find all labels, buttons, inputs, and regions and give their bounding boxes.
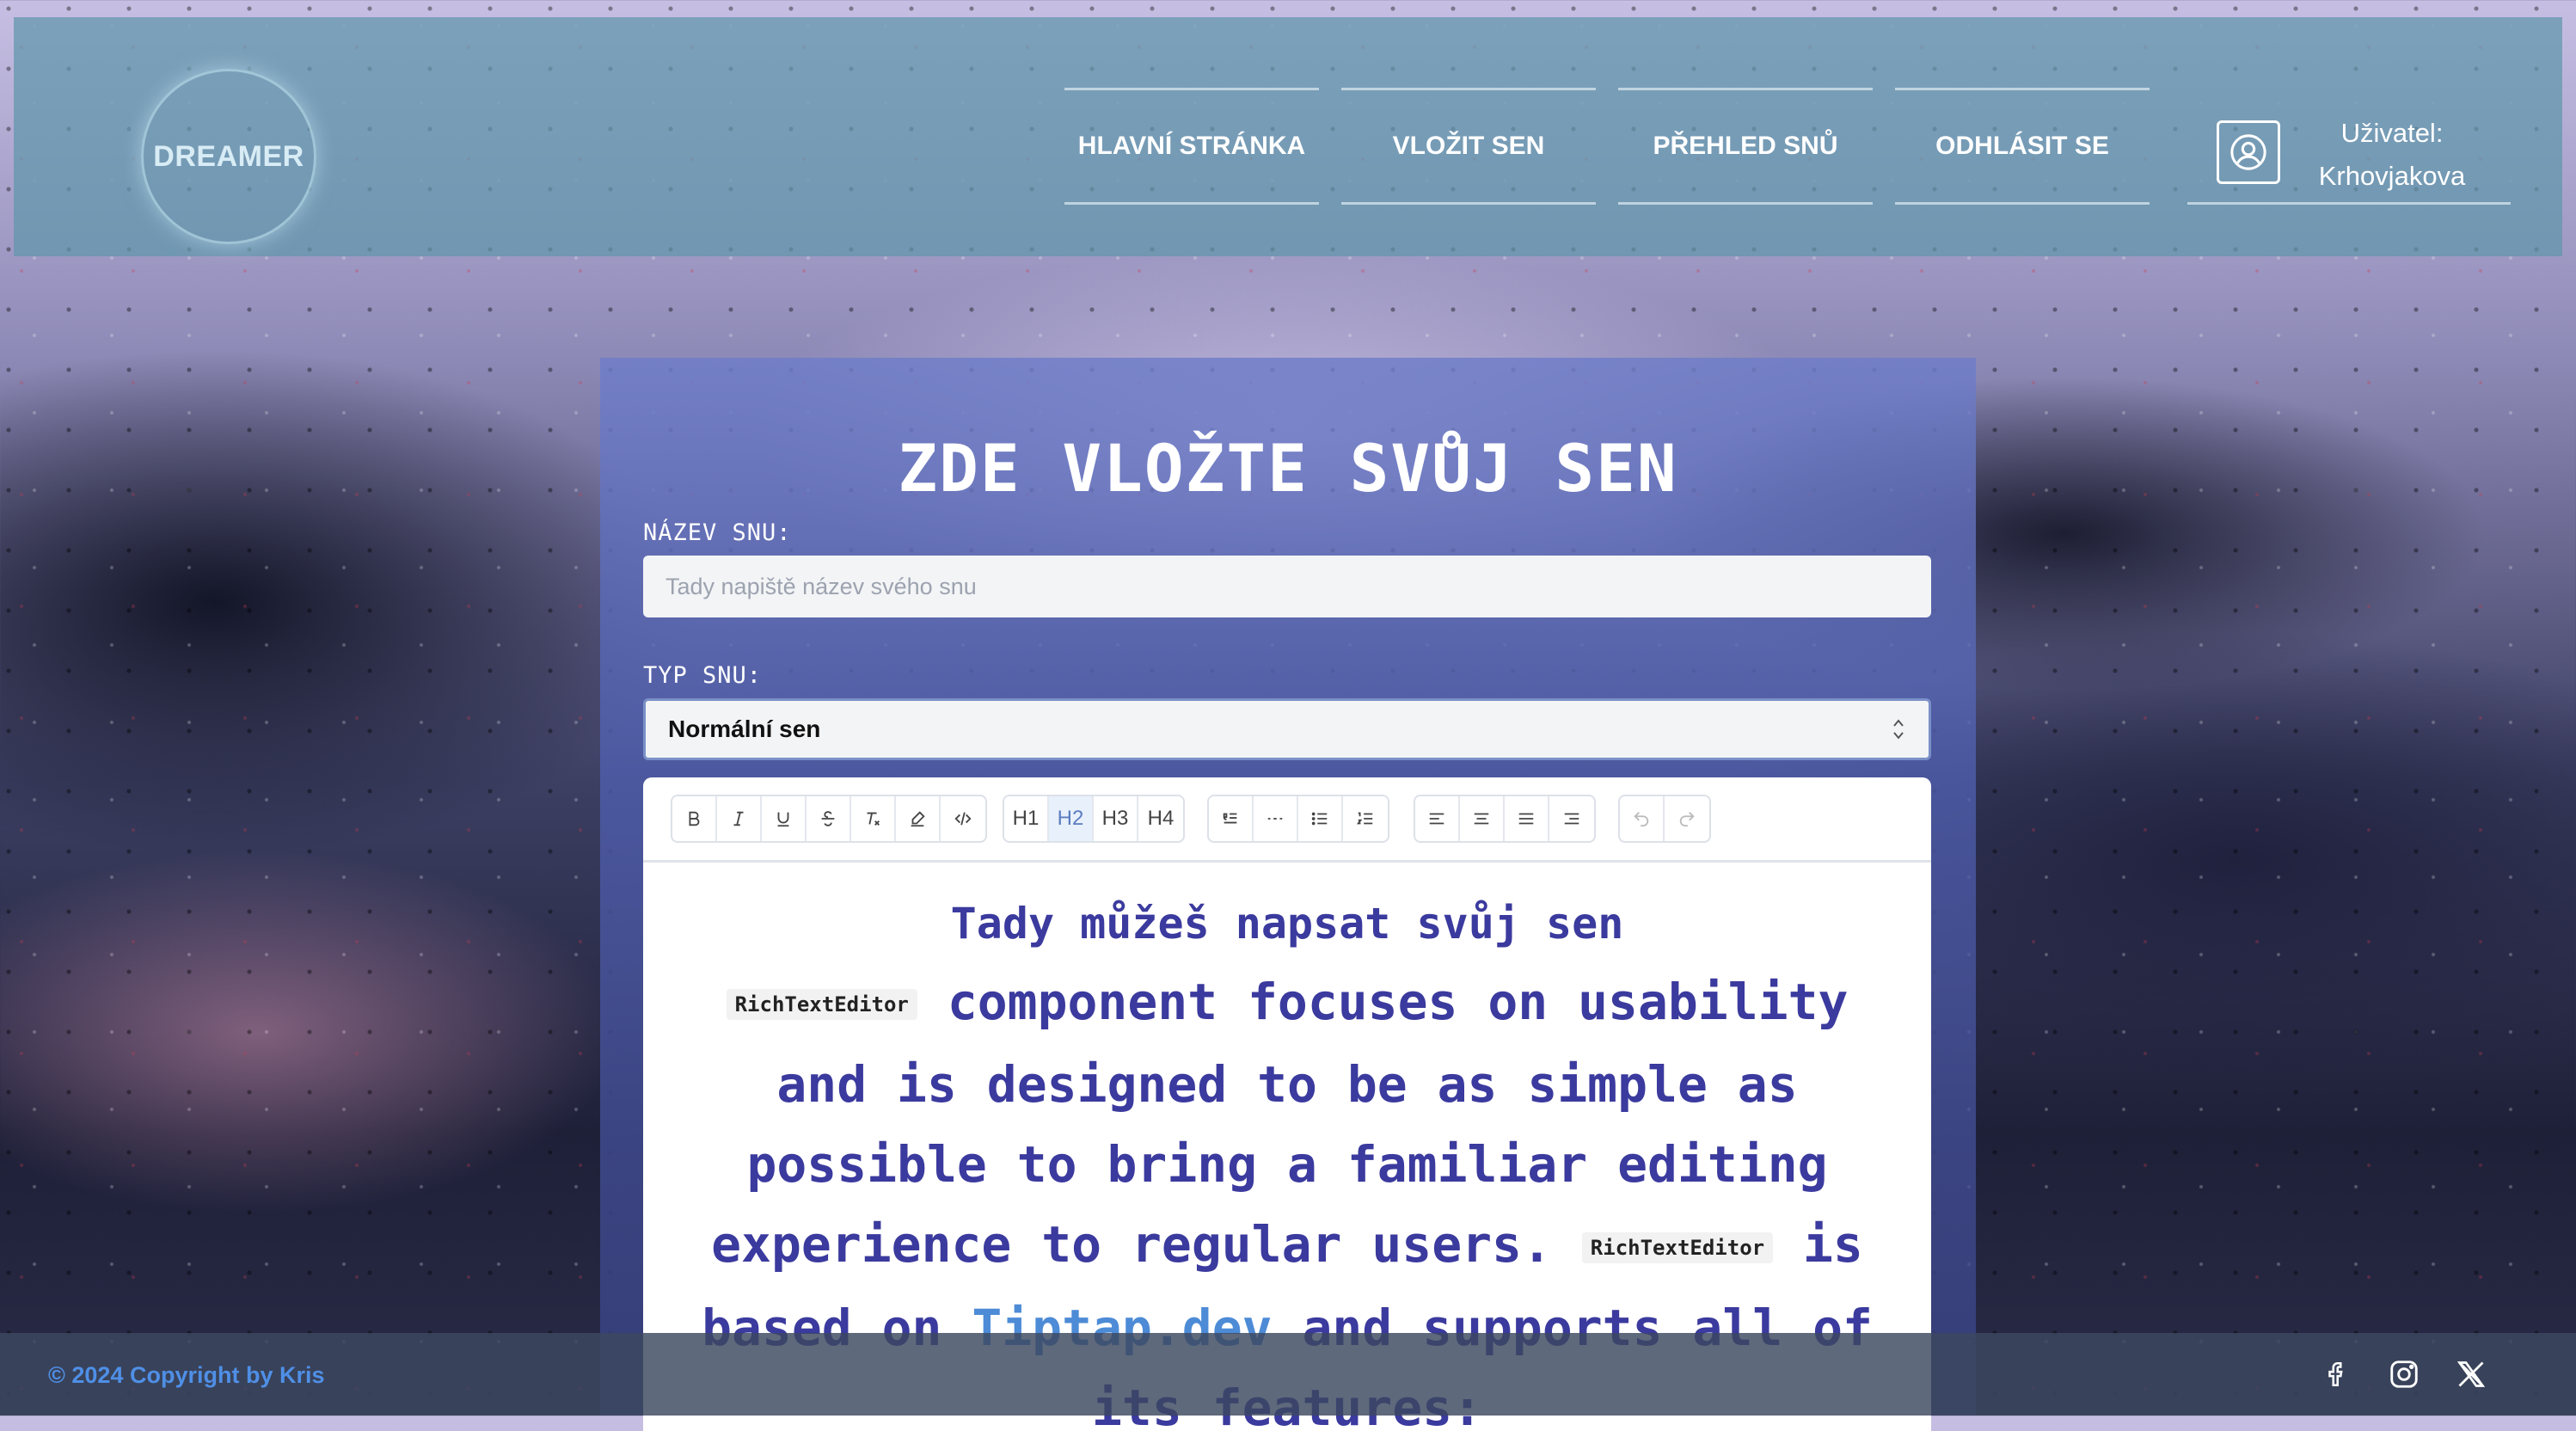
- blockquote-icon[interactable]: [1209, 796, 1254, 841]
- horizontal-rule-icon[interactable]: [1254, 796, 1298, 841]
- align-right-icon[interactable]: [1549, 796, 1594, 841]
- nav-logout[interactable]: ODHLÁSIT SE: [1895, 88, 2150, 205]
- user-icon[interactable]: [2217, 120, 2280, 184]
- align-left-icon[interactable]: [1415, 796, 1460, 841]
- nav-add-dream[interactable]: VLOŽIT SEN: [1341, 88, 1596, 205]
- history-group: [1618, 795, 1711, 843]
- heading-group: H1 H2 H3 H4: [1003, 795, 1185, 843]
- undo-icon[interactable]: [1620, 796, 1665, 841]
- page-title: ZDE VLOŽTE SVŮJ SEN: [898, 430, 1678, 507]
- align-group: [1414, 795, 1596, 843]
- heading-1-button[interactable]: H1: [1004, 796, 1049, 841]
- inline-code: RichTextEditor: [1581, 1231, 1774, 1263]
- dream-form-card: ZDE VLOŽTE SVŮJ SEN NÁZEV SNU: Tady napi…: [600, 358, 1976, 1431]
- instagram-icon[interactable]: [2385, 1355, 2423, 1393]
- user-info: Uživatel: Krhovjakova: [2187, 88, 2511, 205]
- block-group: [1207, 795, 1389, 843]
- nav-dream-overview[interactable]: PŘEHLED SNŮ: [1618, 88, 1873, 205]
- align-center-icon[interactable]: [1460, 796, 1505, 841]
- dream-type-label: TYP SNU:: [643, 662, 763, 689]
- logo[interactable]: DREAMER: [141, 69, 316, 244]
- nav-dream-overview-label: PŘEHLED SNŮ: [1653, 132, 1838, 160]
- inline-code: RichTextEditor: [726, 989, 917, 1021]
- editor-toolbar: H1 H2 H3 H4: [643, 777, 1931, 863]
- ordered-list-icon[interactable]: [1343, 796, 1388, 841]
- highlight-icon[interactable]: [896, 796, 941, 841]
- format-group: [671, 795, 987, 843]
- heading-4-button[interactable]: H4: [1138, 796, 1183, 841]
- underline-icon[interactable]: [762, 796, 807, 841]
- logo-text: DREAMER: [153, 139, 304, 173]
- italic-icon[interactable]: [717, 796, 762, 841]
- dream-type-select[interactable]: Normální sen: [643, 698, 1931, 760]
- user-label: Uživatel:: [2340, 118, 2444, 148]
- redo-icon[interactable]: [1665, 796, 1709, 841]
- align-justify-icon[interactable]: [1505, 796, 1549, 841]
- heading-3-button[interactable]: H3: [1094, 796, 1138, 841]
- nav-logout-label: ODHLÁSIT SE: [1935, 132, 2109, 160]
- dream-name-input[interactable]: Tady napiště název svého snu: [643, 556, 1931, 617]
- dream-name-placeholder: Tady napiště název svého snu: [665, 573, 977, 599]
- site-header: DREAMER HLAVNÍ STRÁNKA VLOŽIT SEN PŘEHLE…: [14, 17, 2562, 256]
- nav-add-dream-label: VLOŽIT SEN: [1392, 132, 1545, 160]
- bold-icon[interactable]: [672, 796, 717, 841]
- clear-format-icon[interactable]: [851, 796, 896, 841]
- editor-heading: Tady můžeš napsat svůj sen: [950, 899, 1624, 949]
- user-name: Krhovjakova: [2318, 161, 2466, 191]
- strike-icon[interactable]: [807, 796, 851, 841]
- nav-home[interactable]: HLAVNÍ STRÁNKA: [1064, 88, 1319, 205]
- heading-2-button[interactable]: H2: [1049, 796, 1094, 841]
- user-text: Uživatel: Krhovjakova: [2297, 112, 2487, 198]
- bullet-list-icon[interactable]: [1298, 796, 1343, 841]
- chevron-updown-icon: [1893, 719, 1904, 740]
- copyright: © 2024 Copyright by Kris: [48, 1362, 325, 1388]
- site-footer: © 2024 Copyright by Kris: [0, 1333, 2576, 1416]
- nav-home-label: HLAVNÍ STRÁNKA: [1077, 132, 1306, 160]
- code-icon[interactable]: [941, 796, 985, 841]
- facebook-icon[interactable]: [2318, 1355, 2356, 1393]
- x-icon[interactable]: [2452, 1355, 2490, 1393]
- dream-type-value: Normální sen: [668, 716, 821, 742]
- dream-name-label: NÁZEV SNU:: [643, 519, 792, 546]
